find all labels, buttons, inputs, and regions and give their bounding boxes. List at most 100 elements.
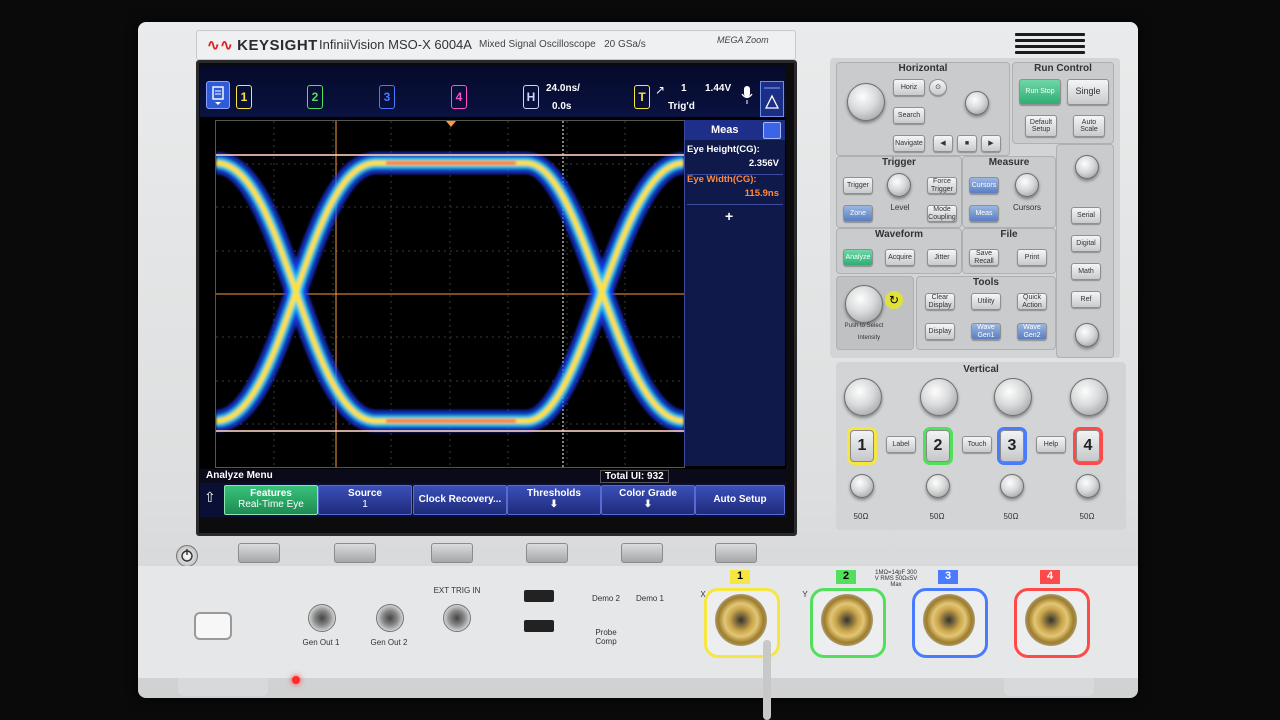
- ch2-offset-knob[interactable]: [926, 474, 950, 498]
- help-button[interactable]: Help: [1036, 436, 1066, 453]
- ch2-input-connector[interactable]: [821, 594, 873, 646]
- ch3-input-connector[interactable]: [923, 594, 975, 646]
- ch1-offset-knob[interactable]: [850, 474, 874, 498]
- horizontal-position-knob[interactable]: [965, 91, 989, 115]
- run-stop-button[interactable]: Run Stop: [1019, 79, 1061, 105]
- horiz-button[interactable]: Horiz: [893, 79, 925, 96]
- softkey-thresholds[interactable]: Thresholds ⬇: [507, 485, 601, 515]
- cursors-knob[interactable]: [1015, 173, 1039, 197]
- ch3-button[interactable]: 3: [1000, 430, 1024, 462]
- softkey-button-4[interactable]: [526, 543, 568, 563]
- channel-1-button[interactable]: 1: [236, 85, 252, 109]
- ch3-offset-knob[interactable]: [1000, 474, 1024, 498]
- ch2-button[interactable]: 2: [926, 430, 950, 462]
- softkey-button-6[interactable]: [715, 543, 757, 563]
- quick-action-button[interactable]: Quick Action: [1017, 293, 1047, 310]
- single-button[interactable]: Single: [1067, 79, 1109, 105]
- trigger-level-knob[interactable]: [887, 173, 911, 197]
- softkey-label: Auto Setup: [713, 494, 767, 505]
- channel-4-button[interactable]: 4: [451, 85, 467, 109]
- cursors-label: Cursors: [1012, 203, 1041, 212]
- mode-coupling-button[interactable]: Mode Coupling: [927, 205, 957, 222]
- softkey-button-2[interactable]: [334, 543, 376, 563]
- ext-trig-connector[interactable]: [443, 604, 471, 632]
- trigger-position-marker: [446, 121, 456, 127]
- usb-port-1[interactable]: [524, 590, 554, 602]
- power-switch[interactable]: [194, 612, 232, 640]
- bottom-right-knob[interactable]: [1075, 323, 1099, 347]
- microphone-icon[interactable]: [740, 85, 754, 107]
- waveform-section: Waveform Analyze Acquire Jitter: [836, 228, 962, 274]
- label-button[interactable]: Label: [886, 436, 916, 453]
- serial-button[interactable]: Serial: [1071, 207, 1101, 224]
- nav-back-button[interactable]: ◀: [933, 135, 953, 152]
- touch-cursor-icon[interactable]: [760, 81, 784, 117]
- save-recall-button[interactable]: Save Recall: [969, 249, 999, 266]
- horizontal-button[interactable]: H: [523, 85, 539, 109]
- nav-stop-button[interactable]: ■: [957, 135, 977, 152]
- ch2-scale-knob[interactable]: [920, 378, 958, 416]
- wave-gen1-button[interactable]: Wave Gen1: [971, 323, 1001, 340]
- gen-out2-connector[interactable]: [376, 604, 404, 632]
- acquire-button[interactable]: Acquire: [885, 249, 915, 266]
- trigger-button[interactable]: T: [634, 85, 650, 109]
- ch3-scale-knob[interactable]: [994, 378, 1032, 416]
- softkey-button-1[interactable]: [238, 543, 280, 563]
- add-measurement-button[interactable]: +: [725, 208, 733, 224]
- ch4-scale-knob[interactable]: [1070, 378, 1108, 416]
- analyze-button[interactable]: Analyze: [843, 249, 873, 266]
- timebase-value: 24.0ns/: [546, 83, 580, 94]
- horizontal-scale-knob[interactable]: [847, 83, 885, 121]
- usb-port-2[interactable]: [524, 620, 554, 632]
- softkey-source[interactable]: Source 1: [318, 485, 412, 515]
- auto-scale-button[interactable]: Auto Scale: [1073, 115, 1105, 137]
- meas-header[interactable]: Meas: [685, 120, 785, 140]
- ref-button[interactable]: Ref: [1071, 291, 1101, 308]
- meas-item[interactable]: Eye Height(CG): 2.356V: [687, 144, 783, 175]
- meas-button[interactable]: Meas: [969, 205, 999, 222]
- touch-button[interactable]: Touch: [962, 436, 992, 453]
- eye-diagram-graticule[interactable]: [214, 120, 686, 468]
- trigger-menu-button[interactable]: Trigger: [843, 177, 873, 194]
- entry-knob[interactable]: [845, 285, 883, 323]
- softkey-features[interactable]: Features Real-Time Eye: [224, 485, 318, 515]
- softkey-clock-recovery[interactable]: Clock Recovery...: [413, 485, 507, 515]
- channel-2-button[interactable]: 2: [307, 85, 323, 109]
- softkey-button-3[interactable]: [431, 543, 473, 563]
- display-button[interactable]: Display: [925, 323, 955, 340]
- softkey-button-5[interactable]: [621, 543, 663, 563]
- navigate-button[interactable]: Navigate: [893, 135, 925, 152]
- nav-forward-button[interactable]: ▶: [981, 135, 1001, 152]
- ch4-offset-knob[interactable]: [1076, 474, 1100, 498]
- ch1-scale-knob[interactable]: [844, 378, 882, 416]
- print-button[interactable]: Print: [1017, 249, 1047, 266]
- clear-display-button[interactable]: Clear Display: [925, 293, 955, 310]
- meas-list-icon[interactable]: [763, 122, 781, 139]
- ch1-button[interactable]: 1: [850, 430, 874, 462]
- wave-gen2-button[interactable]: Wave Gen2: [1017, 323, 1047, 340]
- jitter-button[interactable]: Jitter: [927, 249, 957, 266]
- search-button[interactable]: Search: [893, 107, 925, 124]
- utility-button[interactable]: Utility: [971, 293, 1001, 310]
- gen-out1-connector[interactable]: [308, 604, 336, 632]
- math-button[interactable]: Math: [1071, 263, 1101, 280]
- back-arrow-icon[interactable]: ⇧: [204, 489, 218, 509]
- channel-3-button[interactable]: 3: [379, 85, 395, 109]
- force-trigger-button[interactable]: Force Trigger: [927, 177, 957, 194]
- ch4-input-connector[interactable]: [1025, 594, 1077, 646]
- default-setup-button[interactable]: Default Setup: [1025, 115, 1057, 137]
- top-right-knob[interactable]: [1075, 155, 1099, 179]
- zone-button[interactable]: Zone: [843, 205, 873, 222]
- power-button[interactable]: [176, 545, 198, 567]
- ch1-number-tag: 1: [730, 570, 750, 584]
- cursors-button[interactable]: Cursors: [969, 177, 999, 194]
- ch4-button[interactable]: 4: [1076, 430, 1100, 462]
- zoom-button[interactable]: ⊙: [929, 79, 947, 96]
- softkey-auto-setup[interactable]: Auto Setup: [695, 485, 785, 515]
- menu-icon[interactable]: [206, 81, 230, 109]
- digital-button[interactable]: Digital: [1071, 235, 1101, 252]
- softkey-color-grade[interactable]: Color Grade ⬇: [601, 485, 695, 515]
- tools-section: Tools Clear Display Utility Quick Action…: [916, 276, 1056, 350]
- ch1-input-connector[interactable]: [715, 594, 767, 646]
- meas-item[interactable]: Eye Width(CG): 115.9ns: [687, 174, 783, 205]
